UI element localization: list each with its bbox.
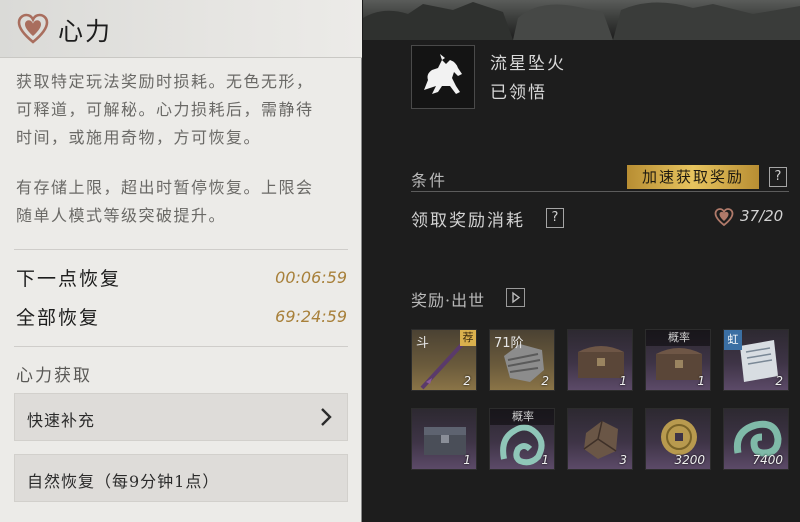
reward-slot[interactable]: 1 [567, 329, 633, 391]
reward-slot[interactable]: 概率 1 [489, 408, 555, 470]
slot-quantity: 1 [541, 453, 549, 467]
claim-help-button[interactable]: ? [546, 208, 564, 228]
description-paragraph-2: 有存储上限，超出时暂停恢复。上限会 随单人模式等级突破提升。 [16, 174, 356, 230]
condition-divider [411, 191, 789, 192]
reward-slot[interactable]: 斗 荐 2 [411, 329, 477, 391]
play-icon [512, 291, 521, 304]
rewards-expand-button[interactable] [506, 288, 525, 307]
description-line: 获取特定玩法奖励时损耗。无色无形， [16, 72, 314, 91]
divider [14, 249, 348, 250]
description-line: 可释道，可解秘。心力损耗后，需静待 [16, 100, 314, 119]
quick-refill-label: 快速补充 [27, 411, 96, 430]
panel-title: 心力 [58, 17, 113, 46]
natural-recovery-label: 自然恢复（每9分钟1点） [27, 472, 220, 491]
full-recovery-time: 69:24:59 [275, 307, 347, 326]
slot-quantity: 1 [697, 374, 705, 388]
slot-quantity: 3200 [674, 453, 705, 467]
slot-quantity: 2 [463, 374, 471, 388]
reward-slot[interactable]: 1 [411, 408, 477, 470]
divider [14, 346, 348, 347]
claim-cost-label: 领取奖励消耗 [411, 211, 525, 231]
obtain-section-title: 心力获取 [16, 366, 92, 386]
rainbow-badge: 虹 [724, 330, 742, 350]
slot-quantity: 3 [619, 453, 627, 467]
next-recovery-label: 下一点恢复 [16, 268, 122, 290]
horse-icon [424, 54, 462, 94]
condition-label: 条件 [411, 171, 448, 190]
probability-tag: 概率 [490, 409, 554, 425]
slot-label: 71阶 [494, 336, 524, 351]
slot-quantity: 2 [541, 374, 549, 388]
item-icon-frame [411, 45, 475, 109]
reward-slot[interactable]: 71阶 2 [489, 329, 555, 391]
reward-slot[interactable]: 3 [567, 408, 633, 470]
slot-quantity: 7400 [752, 453, 783, 467]
heart-icon [714, 208, 734, 227]
quick-refill-button[interactable]: 快速补充 [14, 393, 348, 441]
description-line: 时间，或施用奇物，方可恢复。 [16, 128, 262, 147]
help-button[interactable]: ? [769, 167, 787, 187]
reward-slot[interactable]: 虹 2 [723, 329, 789, 391]
recommend-badge: 荐 [460, 330, 476, 346]
full-recovery-label: 全部恢复 [16, 307, 101, 329]
description-paragraph-1: 获取特定玩法奖励时损耗。无色无形， 可释道，可解秘。心力损耗后，需静待 时间，或… [16, 68, 356, 152]
slot-quantity: 2 [775, 374, 783, 388]
stamina-info-panel: 心力 获取特定玩法奖励时损耗。无色无形， 可释道，可解秘。心力损耗后，需静待 时… [0, 0, 362, 522]
probability-tag: 概率 [646, 330, 710, 346]
next-recovery-time: 00:06:59 [275, 268, 347, 287]
claim-cost-value: 37/20 [740, 207, 784, 225]
background-scenery [363, 0, 800, 40]
reward-slot[interactable]: 3200 [645, 408, 711, 470]
description-line: 随单人模式等级突破提升。 [16, 206, 227, 225]
reward-slot[interactable]: 7400 [723, 408, 789, 470]
rewards-label: 奖励·出世 [411, 291, 486, 310]
speed-reward-button[interactable]: 加速获取奖励 [627, 165, 759, 189]
description-line: 有存储上限，超出时暂停恢复。上限会 [16, 178, 314, 197]
chevron-right-icon [321, 408, 332, 426]
slot-quantity: 1 [619, 374, 627, 388]
panel-header: 心力 [0, 0, 362, 58]
natural-recovery-row: 自然恢复（每9分钟1点） [14, 454, 348, 502]
slot-label: 斗 [416, 336, 430, 351]
reward-slot[interactable]: 概率 1 [645, 329, 711, 391]
item-name: 流星坠火 [490, 54, 566, 74]
heart-icon [17, 13, 49, 44]
item-status: 已领悟 [490, 83, 547, 103]
slot-quantity: 1 [463, 453, 471, 467]
